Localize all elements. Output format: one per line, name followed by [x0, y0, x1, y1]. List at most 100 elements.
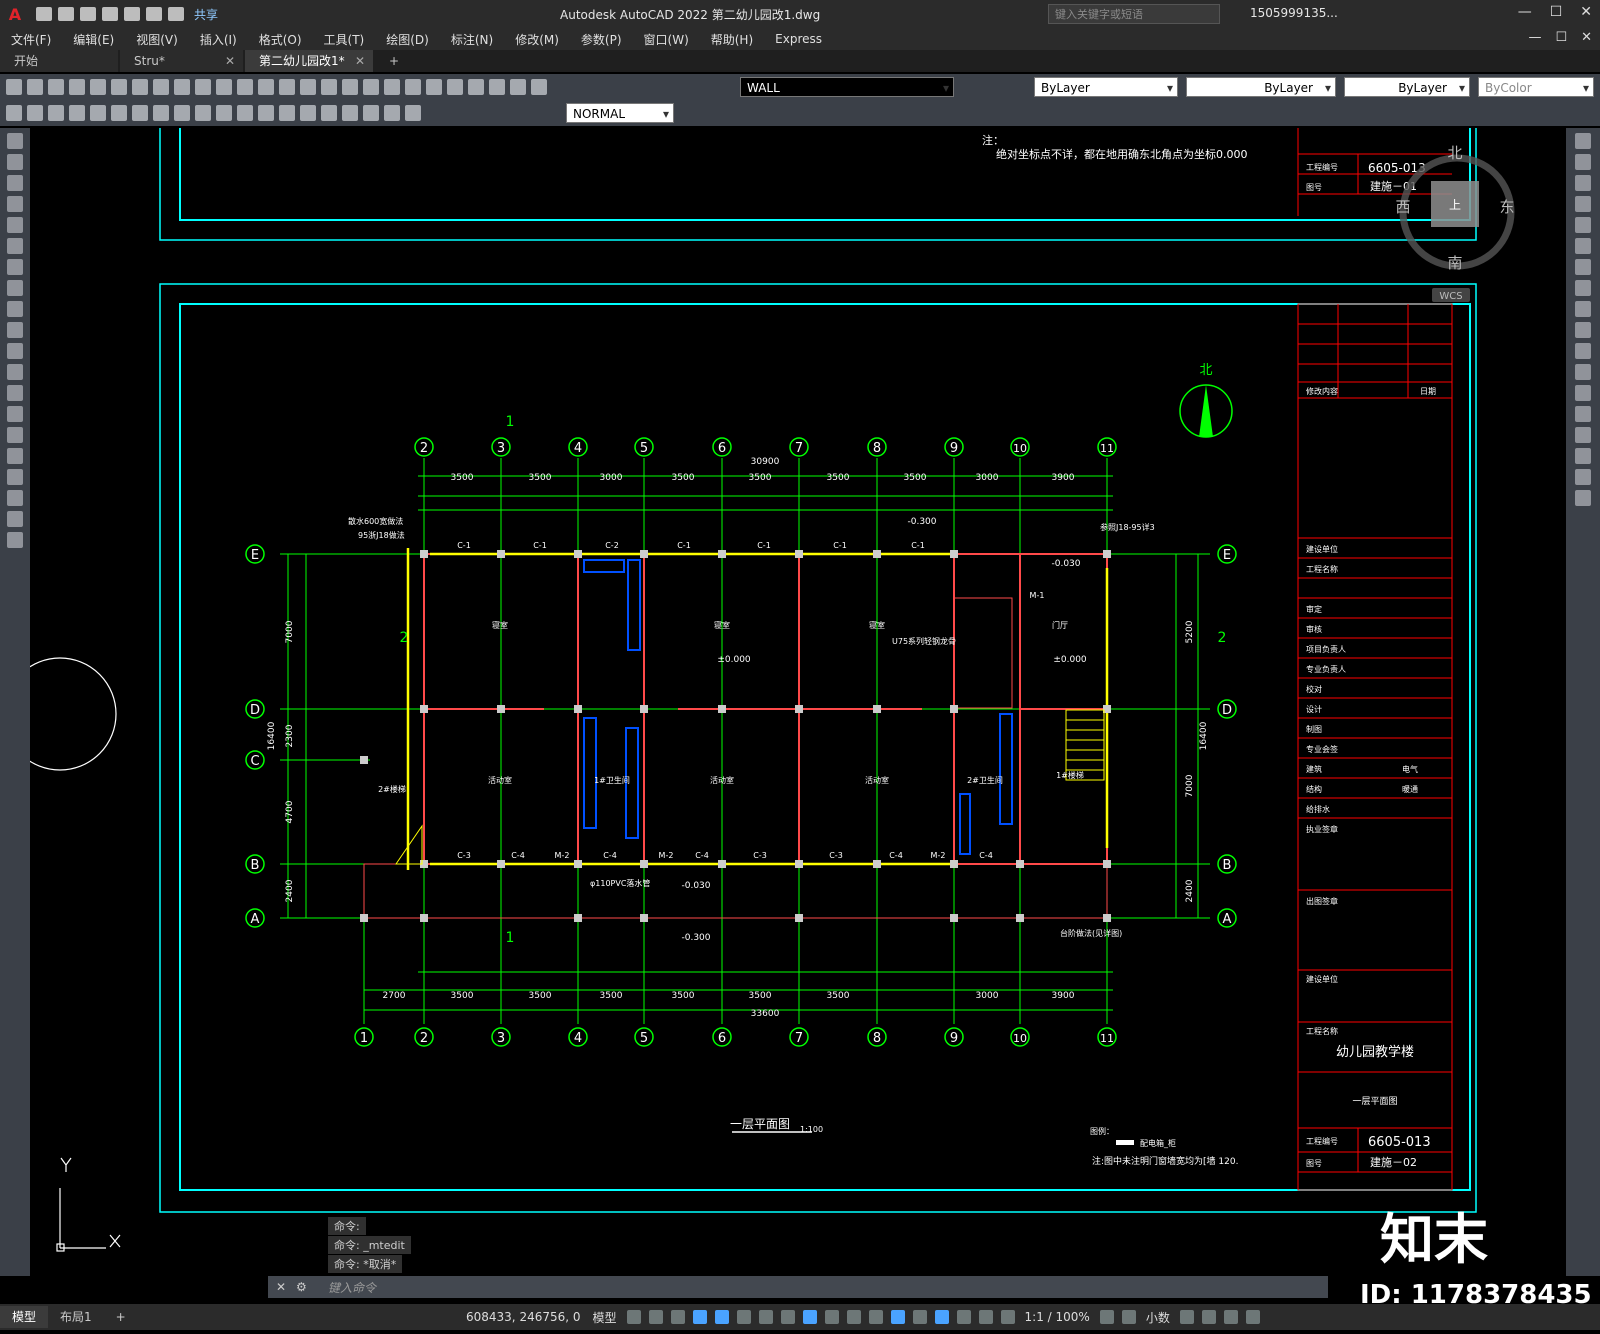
new-file-icon[interactable]: [36, 7, 52, 21]
undo-icon[interactable]: [216, 79, 232, 95]
menu-express[interactable]: Express: [764, 32, 833, 46]
publish-icon[interactable]: [111, 79, 127, 95]
lightbulb-icon[interactable]: [489, 79, 505, 95]
infer-icon[interactable]: [670, 1310, 685, 1324]
menu-file[interactable]: 文件(F): [0, 31, 62, 48]
zoom-window-icon[interactable]: [300, 79, 316, 95]
trim-icon[interactable]: [1575, 322, 1591, 338]
customize-icon[interactable]: ⚙: [296, 1280, 307, 1294]
layer-dropdown[interactable]: WALL: [740, 77, 954, 98]
plot-icon[interactable]: [124, 7, 140, 21]
arc-dim-icon[interactable]: [48, 105, 64, 121]
spline-icon[interactable]: [7, 301, 23, 317]
center-mark-icon[interactable]: [300, 105, 316, 121]
wcs-menu[interactable]: WCS: [1439, 291, 1462, 302]
tab-kindergarten[interactable]: 第二幼儿园改1* ✕: [245, 50, 373, 72]
break-point-icon[interactable]: [1575, 364, 1591, 380]
polar-icon[interactable]: [736, 1310, 751, 1324]
ellipse-icon[interactable]: [7, 322, 23, 338]
new-icon[interactable]: [6, 79, 22, 95]
region-icon[interactable]: [7, 469, 23, 485]
fullscreen-icon[interactable]: [1223, 1310, 1238, 1324]
annotation-visibility-icon[interactable]: [978, 1310, 993, 1324]
snap-icon[interactable]: [648, 1310, 663, 1324]
save-icon[interactable]: [80, 7, 96, 21]
inspect-icon[interactable]: [321, 105, 337, 121]
insert-block-icon[interactable]: [7, 364, 23, 380]
close-icon[interactable]: ✕: [355, 50, 365, 72]
zoom-icon[interactable]: [279, 79, 295, 95]
transparency-icon[interactable]: [846, 1310, 861, 1324]
workspace-gear-icon[interactable]: [1099, 1310, 1114, 1324]
command-line[interactable]: ✕ ⚙ 键入命令: [268, 1276, 1328, 1298]
break-dim-icon[interactable]: [258, 105, 274, 121]
viewcube-south[interactable]: 南: [1447, 254, 1462, 272]
move-icon[interactable]: [1575, 238, 1591, 254]
revcloud-icon[interactable]: [7, 280, 23, 296]
jogged-dim-icon[interactable]: [111, 105, 127, 121]
doc-close-button[interactable]: ✕: [1581, 30, 1592, 45]
tool-palette-icon[interactable]: [363, 79, 379, 95]
menu-format[interactable]: 格式(O): [248, 31, 313, 48]
menu-tools[interactable]: 工具(T): [313, 31, 376, 48]
model-space-button[interactable]: 模型: [587, 1309, 623, 1326]
baseline-dim-icon[interactable]: [195, 105, 211, 121]
dim-text-edit-icon[interactable]: [384, 105, 400, 121]
make-block-icon[interactable]: [7, 385, 23, 401]
lock-icon[interactable]: [531, 79, 547, 95]
customize-icon[interactable]: [1245, 1310, 1260, 1324]
aligned-dim-icon[interactable]: [27, 105, 43, 121]
menu-insert[interactable]: 插入(I): [189, 31, 248, 48]
dynamic-ucs-icon[interactable]: [912, 1310, 927, 1324]
blend-icon[interactable]: [1575, 469, 1591, 485]
object-tracking-icon[interactable]: [780, 1310, 795, 1324]
arc-icon[interactable]: [7, 238, 23, 254]
offset-icon[interactable]: [1575, 196, 1591, 212]
linetype-dropdown[interactable]: ByLayer: [1186, 77, 1336, 98]
new-tab-button[interactable]: +: [375, 50, 417, 72]
preview-icon[interactable]: [90, 79, 106, 95]
dim-edit-icon[interactable]: [363, 105, 379, 121]
add-layout-button[interactable]: +: [104, 1306, 138, 1328]
design-center-icon[interactable]: [342, 79, 358, 95]
redo-icon[interactable]: [237, 79, 253, 95]
annotation-scale[interactable]: 1:1 / 100%: [1019, 1310, 1096, 1324]
menu-window[interactable]: 窗口(W): [633, 31, 700, 48]
tab-start[interactable]: 开始: [0, 50, 118, 72]
tab-model[interactable]: 模型: [0, 1306, 49, 1328]
calculator-icon[interactable]: [426, 79, 442, 95]
menu-help[interactable]: 帮助(H): [700, 31, 764, 48]
tab-layout1[interactable]: 布局1: [48, 1306, 104, 1328]
copy-icon[interactable]: [153, 79, 169, 95]
dynamic-input-icon[interactable]: [692, 1310, 707, 1324]
erase-icon[interactable]: [1575, 133, 1591, 149]
array-icon[interactable]: [1575, 217, 1591, 233]
sheet-set-icon[interactable]: [384, 79, 400, 95]
3d-osnap-icon[interactable]: [890, 1310, 905, 1324]
circle-icon[interactable]: [7, 259, 23, 275]
rectangle-icon[interactable]: [7, 217, 23, 233]
doc-minimize-button[interactable]: —: [1528, 30, 1541, 45]
user-account[interactable]: 1505999135...: [1250, 6, 1338, 20]
lineweight-dropdown[interactable]: ByLayer: [1344, 77, 1470, 98]
match-icon[interactable]: [195, 79, 211, 95]
doc-restore-button[interactable]: ☐: [1555, 30, 1567, 45]
isolate-icon[interactable]: [1201, 1310, 1216, 1324]
chamfer-icon[interactable]: [1575, 427, 1591, 443]
table-icon[interactable]: [7, 490, 23, 506]
share-button[interactable]: 共享: [194, 6, 218, 23]
minimize-button[interactable]: —: [1518, 4, 1532, 20]
hatch-icon[interactable]: [7, 427, 23, 443]
maximize-button[interactable]: ☐: [1550, 4, 1563, 20]
open-file-icon[interactable]: [58, 7, 74, 21]
selection-filter-icon[interactable]: [934, 1310, 949, 1324]
explode-icon[interactable]: [1575, 490, 1591, 506]
undo-icon[interactable]: [146, 7, 162, 21]
plotstyle-dropdown[interactable]: ByColor: [1478, 77, 1594, 98]
copy-object-icon[interactable]: [1575, 154, 1591, 170]
menu-modify[interactable]: 修改(M): [504, 31, 570, 48]
save-icon[interactable]: [48, 79, 64, 95]
sun-icon[interactable]: [510, 79, 526, 95]
break-icon[interactable]: [1575, 385, 1591, 401]
gizmo-icon[interactable]: [956, 1310, 971, 1324]
